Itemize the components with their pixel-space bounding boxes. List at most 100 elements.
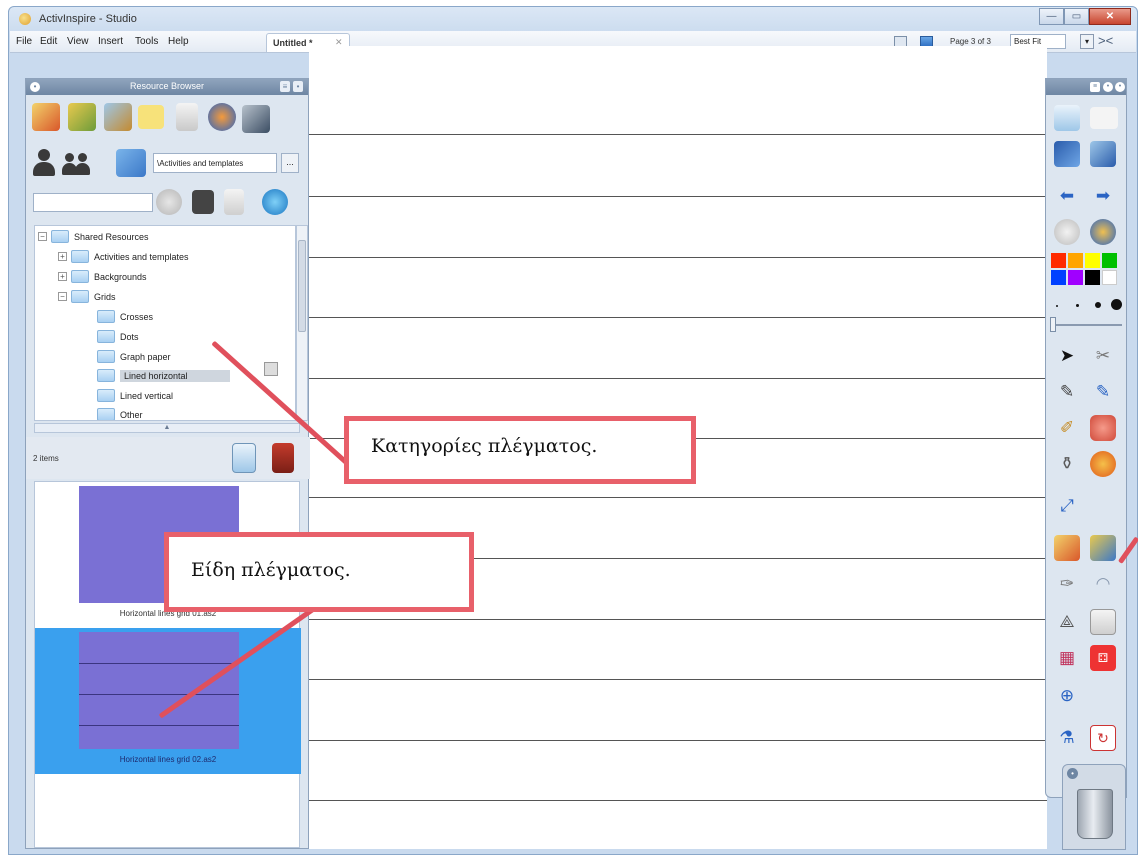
tree-item-crosses[interactable]: Crosses xyxy=(97,307,153,326)
tree-item-lined-horizontal[interactable]: Lined horizontal xyxy=(97,366,230,385)
grid-tool-icon[interactable]: ▦ xyxy=(1054,645,1080,671)
browse-path-button[interactable]: ... xyxy=(281,153,299,173)
zoom-tool-icon[interactable] xyxy=(1090,141,1116,167)
tree-item-lined-vertical[interactable]: Lined vertical xyxy=(97,386,173,405)
compass-icon[interactable]: ⟁ xyxy=(1054,609,1080,635)
eraser-icon[interactable] xyxy=(1090,415,1116,441)
color-swatch[interactable] xyxy=(1102,270,1117,285)
menu-tools[interactable]: Tools xyxy=(135,36,158,47)
close-button[interactable]: ✕ xyxy=(1089,8,1131,25)
sticky-notes-icon[interactable] xyxy=(138,105,164,129)
panel-splitter[interactable]: ▲ xyxy=(34,423,300,433)
menu-insert[interactable]: Insert xyxy=(98,36,123,47)
color-swatch[interactable] xyxy=(1051,253,1066,268)
maximize-button[interactable]: ▭ xyxy=(1064,8,1089,25)
network-folder-icon[interactable] xyxy=(116,149,146,177)
trash-can-icon[interactable] xyxy=(1077,789,1113,839)
pen-width-slider[interactable] xyxy=(1054,324,1122,326)
grid-designer-icon[interactable] xyxy=(1090,535,1116,561)
profile-icon[interactable] xyxy=(1090,107,1118,129)
tree-scroll-thumb[interactable] xyxy=(298,240,306,332)
tree-scrollbar[interactable] xyxy=(296,225,308,421)
spinning-top-icon[interactable] xyxy=(208,103,236,131)
panel-menu-icon[interactable]: ≡ xyxy=(280,81,290,92)
pen-width-slider-knob[interactable] xyxy=(1050,317,1056,332)
tree-item-graph-paper[interactable]: Graph paper xyxy=(97,347,171,366)
menu-edit[interactable]: Edit xyxy=(40,36,57,47)
toolbox-menu-icon[interactable]: ≡ xyxy=(1090,82,1100,92)
search-icon[interactable] xyxy=(262,189,288,215)
magic-ink-icon[interactable]: ✐ xyxy=(1054,415,1080,441)
my-resources-icon[interactable] xyxy=(32,103,60,131)
tree-item-label: Shared Resources xyxy=(74,231,149,242)
page-icon[interactable] xyxy=(232,443,256,473)
folder-options-icon[interactable] xyxy=(264,362,278,376)
resource-browser-icon[interactable] xyxy=(1054,141,1080,167)
pen-size-1-icon[interactable] xyxy=(1056,305,1058,307)
spotlight-icon[interactable]: ⚗ xyxy=(1054,725,1080,751)
minimize-button[interactable]: — xyxy=(1039,8,1064,25)
calculator-icon[interactable] xyxy=(1090,609,1116,635)
multiple-users-icon[interactable] xyxy=(62,153,92,177)
menu-help[interactable]: Help xyxy=(168,36,189,47)
toolbox-pin-icon[interactable]: • xyxy=(1103,82,1113,92)
camera-icon[interactable]: ⊕ xyxy=(1054,683,1080,709)
toolbox-close-icon[interactable]: • xyxy=(1115,82,1125,92)
connector-icon[interactable]: ⤢ xyxy=(1054,493,1080,519)
collapse-icon[interactable]: − xyxy=(38,232,47,241)
folder-icon xyxy=(97,350,115,363)
properties-icon[interactable] xyxy=(224,189,244,215)
color-swatch[interactable] xyxy=(1068,253,1083,268)
shape-icon[interactable] xyxy=(1090,451,1116,477)
color-swatch[interactable] xyxy=(1102,253,1117,268)
tree-item-other[interactable]: Other xyxy=(97,405,143,420)
color-swatch[interactable] xyxy=(1085,253,1100,268)
highlighter-icon[interactable]: ✎ xyxy=(1090,379,1116,405)
globe-icon[interactable] xyxy=(1090,219,1116,245)
tree-item-grids[interactable]: − Grids xyxy=(58,287,116,306)
trash-panel-pin-icon[interactable]: • xyxy=(1067,768,1078,779)
insert-media-icon[interactable] xyxy=(1054,535,1080,561)
collapse-icon[interactable]: − xyxy=(58,292,67,301)
panel-close-icon[interactable]: • xyxy=(293,81,303,92)
pen-icon[interactable]: ✎ xyxy=(1054,379,1080,405)
tree-item-dots[interactable]: Dots xyxy=(97,327,139,346)
expand-icon[interactable]: + xyxy=(58,272,67,281)
grid-view-icon[interactable] xyxy=(192,190,214,214)
pen-size-3-icon[interactable] xyxy=(1095,302,1101,308)
main-menu-icon[interactable] xyxy=(1054,105,1080,131)
magic-tool-icon[interactable]: ✂ xyxy=(1090,343,1116,369)
menu-file[interactable]: File xyxy=(16,36,32,47)
reset-page-icon[interactable]: ↻ xyxy=(1090,725,1116,751)
tree-item-backgrounds[interactable]: + Backgrounds xyxy=(58,267,147,286)
search-input[interactable] xyxy=(33,193,153,212)
clip-icon[interactable]: ✑ xyxy=(1054,571,1080,597)
color-swatch[interactable] xyxy=(1068,270,1083,285)
collapse-icon[interactable]: >< xyxy=(1098,33,1113,48)
shared-resources-icon[interactable] xyxy=(68,103,96,131)
single-user-icon[interactable] xyxy=(32,149,56,177)
stamp-icon[interactable] xyxy=(272,443,294,473)
document-icon[interactable] xyxy=(176,103,198,131)
dice-icon[interactable]: ⚃ xyxy=(1090,645,1116,671)
expand-icon[interactable]: + xyxy=(58,252,67,261)
next-page-icon[interactable]: ➡ xyxy=(1090,183,1116,209)
zoom-dropdown-icon[interactable]: ▾ xyxy=(1080,34,1094,49)
fill-icon[interactable]: ⚱ xyxy=(1054,451,1080,477)
previous-page-icon[interactable]: ⬅ xyxy=(1054,183,1080,209)
pen-size-2-icon[interactable] xyxy=(1076,304,1079,307)
play-search-icon[interactable] xyxy=(156,189,182,215)
menu-view[interactable]: View xyxy=(67,36,89,47)
select-arrow-icon[interactable]: ➤ xyxy=(1054,343,1080,369)
tree-item-shared-resources[interactable]: − Shared Resources xyxy=(38,227,149,246)
color-swatch[interactable] xyxy=(1051,270,1066,285)
link-icon[interactable] xyxy=(242,105,270,133)
pen-size-4-icon[interactable] xyxy=(1111,299,1122,310)
play-icon[interactable] xyxy=(1054,219,1080,245)
path-field[interactable]: \Activities and templates xyxy=(153,153,277,173)
tree-item-activities[interactable]: + Activities and templates xyxy=(58,247,189,266)
color-swatch[interactable] xyxy=(1085,270,1100,285)
resource-item-selected[interactable]: Horizontal lines grid 02.as2 xyxy=(35,628,301,774)
folder-browse-icon[interactable] xyxy=(104,103,132,131)
protractor-icon[interactable]: ◠ xyxy=(1090,571,1116,597)
